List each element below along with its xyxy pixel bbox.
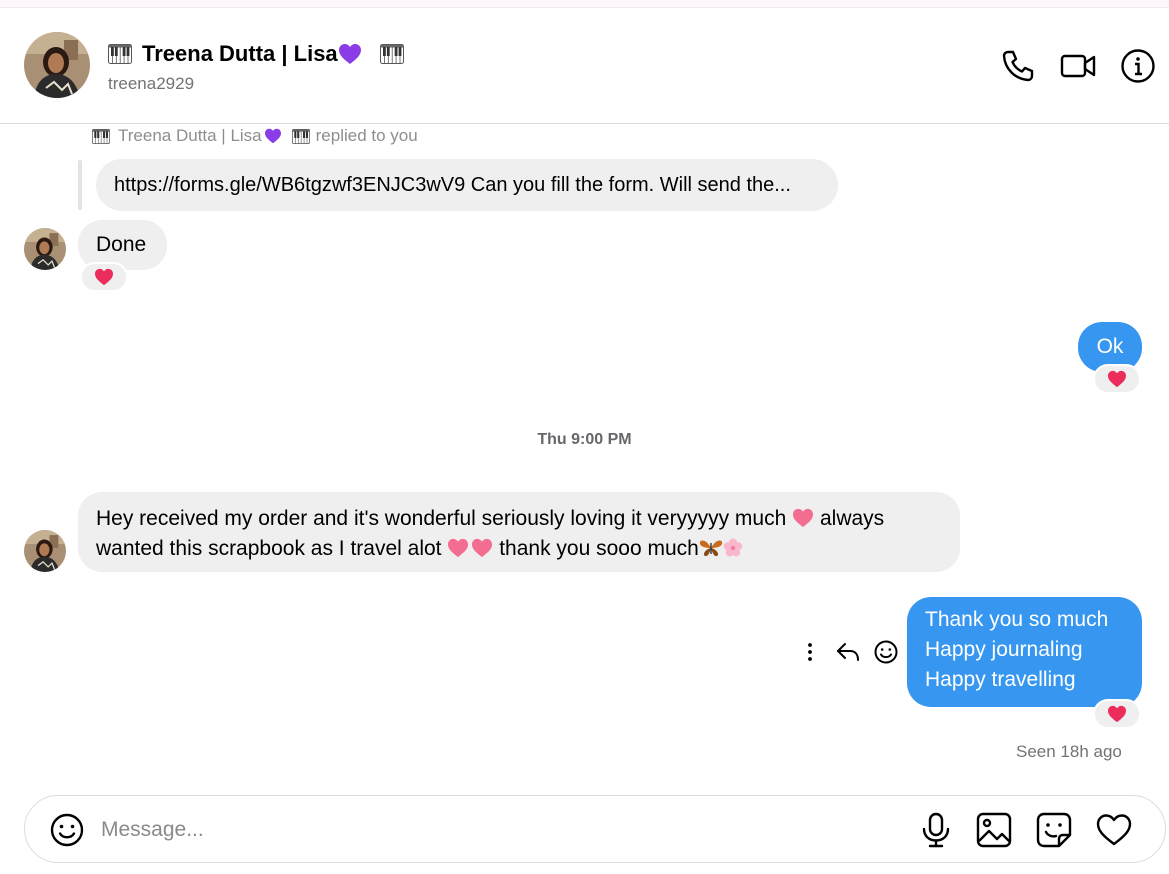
emoji-icon[interactable] bbox=[49, 812, 85, 848]
message-bubble-incoming[interactable]: Hey received my order and it's wonderful… bbox=[78, 492, 960, 572]
reply-sender-name: Treena Dutta | Lisa bbox=[118, 126, 262, 145]
piano-icon bbox=[108, 44, 132, 64]
reply-action-text: replied to you bbox=[315, 126, 418, 145]
message-text: Ok bbox=[1096, 335, 1124, 358]
message-input[interactable] bbox=[101, 810, 901, 850]
seen-status: Seen 18h ago bbox=[1016, 742, 1122, 761]
heart-emoji-icon bbox=[792, 508, 814, 528]
info-icon[interactable] bbox=[1120, 48, 1156, 84]
image-icon[interactable] bbox=[975, 811, 1013, 849]
sticker-icon[interactable] bbox=[1035, 811, 1073, 849]
butterfly-emoji-icon bbox=[699, 540, 722, 557]
chat-header: Treena Dutta | Lisa treena2929 bbox=[0, 8, 1169, 124]
more-options-icon[interactable] bbox=[796, 638, 824, 666]
video-camera-icon[interactable] bbox=[1060, 48, 1096, 84]
cherry-blossom-emoji-icon bbox=[723, 538, 743, 557]
message-text: Done bbox=[96, 233, 147, 256]
piano-icon bbox=[380, 44, 404, 64]
piano-icon bbox=[292, 129, 310, 144]
message-reaction[interactable] bbox=[1093, 364, 1141, 394]
message-text: Thank you so much bbox=[925, 608, 1109, 631]
message-text: Happy travelling bbox=[925, 668, 1076, 691]
purple-heart-icon bbox=[338, 43, 362, 65]
avatar[interactable] bbox=[24, 530, 66, 572]
contact-name-text: Treena Dutta | Lisa bbox=[142, 41, 338, 66]
red-heart-icon bbox=[1107, 370, 1127, 388]
message-text: Happy journaling bbox=[925, 638, 1083, 661]
phone-icon[interactable] bbox=[1000, 48, 1036, 84]
message-reaction[interactable] bbox=[1093, 699, 1141, 729]
heart-icon[interactable] bbox=[1095, 811, 1133, 849]
reply-quote-bar bbox=[78, 160, 82, 210]
window-top-strip bbox=[0, 0, 1169, 8]
message-line: wanted this scrapbook as I travel alot t… bbox=[96, 534, 942, 564]
heart-emoji-icon bbox=[471, 538, 493, 558]
avatar[interactable] bbox=[24, 32, 90, 98]
piano-icon bbox=[92, 129, 110, 144]
red-heart-icon bbox=[1107, 705, 1127, 723]
message-composer bbox=[24, 795, 1166, 863]
quoted-message[interactable]: https://forms.gle/WB6tgzwf3ENJC3wV9 Can … bbox=[96, 159, 838, 211]
heart-emoji-icon bbox=[447, 538, 469, 558]
reply-icon[interactable] bbox=[834, 638, 862, 666]
message-text: always bbox=[819, 507, 885, 530]
message-hover-actions bbox=[796, 636, 900, 668]
reply-context-label: Treena Dutta | Lisa replied to you bbox=[92, 126, 418, 146]
contact-name[interactable]: Treena Dutta | Lisa bbox=[108, 41, 404, 67]
message-text: thank you sooo much bbox=[499, 537, 699, 560]
message-line: Hey received my order and it's wonderful… bbox=[96, 504, 942, 534]
red-heart-icon bbox=[94, 268, 114, 286]
message-timestamp: Thu 9:00 PM bbox=[537, 431, 632, 448]
avatar[interactable] bbox=[24, 228, 66, 270]
message-text: wanted this scrapbook as I travel alot bbox=[96, 537, 442, 560]
react-icon[interactable] bbox=[872, 638, 900, 666]
message-text: Hey received my order and it's wonderful… bbox=[96, 507, 787, 530]
message-reaction[interactable] bbox=[80, 262, 128, 292]
contact-username[interactable]: treena2929 bbox=[108, 74, 194, 94]
microphone-icon[interactable] bbox=[917, 811, 955, 849]
purple-heart-icon bbox=[264, 128, 282, 144]
message-bubble-outgoing[interactable]: Thank you so much Happy journaling Happy… bbox=[907, 597, 1142, 707]
